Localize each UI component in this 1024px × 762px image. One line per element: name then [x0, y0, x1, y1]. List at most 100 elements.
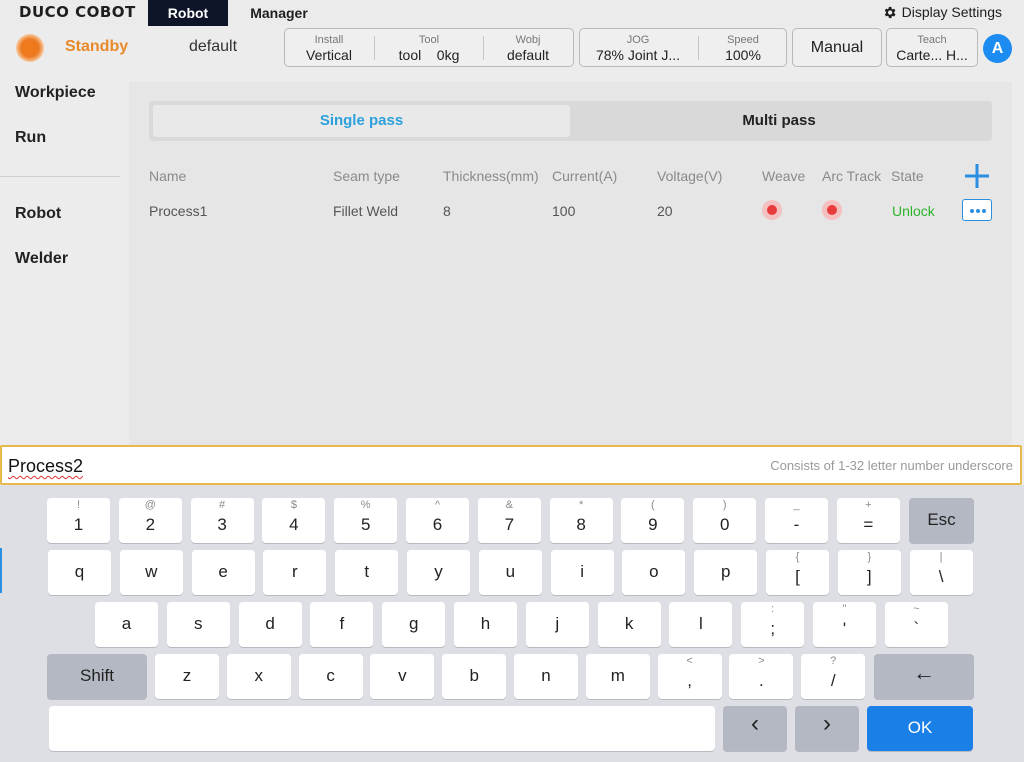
key-m[interactable]: m [585, 654, 650, 699]
display-settings-button[interactable]: Display Settings [882, 4, 1002, 20]
key--[interactable]: _ - [765, 498, 828, 543]
teach-group[interactable]: Teach Carte... H... [886, 28, 978, 67]
key-r[interactable]: r [263, 550, 327, 595]
key-w[interactable]: w [119, 550, 183, 595]
key-label: n [541, 666, 551, 685]
key-8[interactable]: * 8 [549, 498, 613, 543]
key-label: x [254, 666, 264, 685]
key-o[interactable]: o [622, 550, 686, 595]
key-f[interactable]: f [310, 602, 374, 647]
key-.[interactable]: >. [729, 654, 794, 699]
teach-cell[interactable]: Teach Carte... H... [887, 29, 977, 66]
key-s[interactable]: s [166, 602, 230, 647]
key-h[interactable]: h [454, 602, 517, 647]
column-header-voltage: Voltage(V) [657, 168, 723, 184]
key-6[interactable]: ^ 6 [406, 498, 469, 543]
key-,[interactable]: <, [657, 654, 722, 699]
robot-state: Standby [65, 38, 129, 55]
key-b[interactable]: b [442, 654, 507, 699]
key-p[interactable]: p [694, 550, 758, 595]
backspace-key[interactable]: ← [874, 654, 974, 699]
key-y[interactable]: y [407, 550, 470, 595]
sidebar-item-workpiece[interactable]: Workpiece [15, 84, 96, 102]
key-label: ] [866, 567, 872, 586]
key-3[interactable]: #3 [190, 498, 254, 543]
key-label: z [182, 666, 192, 685]
key-i[interactable]: i [550, 550, 614, 595]
tab-robot[interactable]: Robot [148, 0, 228, 26]
sidebar-item-robot[interactable]: Robot [15, 205, 61, 223]
key-t[interactable]: t [335, 550, 399, 595]
install-cell[interactable]: Install Vertical [285, 29, 373, 66]
key-`[interactable]: ~ ` [884, 602, 948, 647]
pass-toggle: Single pass Multi pass [149, 101, 992, 141]
ok-key[interactable]: OK [867, 706, 973, 751]
key-0[interactable]: ) 0 [693, 498, 757, 543]
manual-mode-button[interactable]: Manual [792, 28, 882, 67]
project-name[interactable]: default [189, 38, 237, 56]
column-header-name: Name [149, 168, 187, 184]
key-x[interactable]: x [226, 654, 291, 699]
key-e[interactable]: e [191, 550, 255, 595]
key-[[interactable]: {[ [766, 550, 829, 595]
key-shift-label: ) [722, 499, 727, 511]
gear-icon [884, 6, 896, 18]
sidebar-item-run[interactable]: Run [15, 129, 46, 147]
teach-label: Teach [917, 34, 947, 46]
key-4[interactable]: $4 [262, 498, 326, 543]
column-header-thickness: Thickness(mm) [443, 168, 539, 184]
key-7[interactable]: & 7 [477, 498, 541, 543]
speed-label: Speed [727, 34, 759, 46]
key-a[interactable]: a [95, 602, 158, 647]
jog-cell[interactable]: JOG 78% Joint J... [580, 29, 696, 66]
key-shift-label: ? [830, 655, 837, 667]
key-1[interactable]: ! 1 [47, 498, 110, 543]
tab-multi-pass[interactable]: Multi pass [570, 105, 988, 137]
key-z[interactable]: z [155, 654, 219, 699]
key-2[interactable]: @2 [118, 498, 182, 543]
key-backslash[interactable]: | \ [909, 550, 973, 595]
key-n[interactable]: n [514, 654, 578, 699]
key-u[interactable]: u [478, 550, 542, 595]
key-c[interactable]: c [298, 654, 363, 699]
shift-key[interactable]: Shift [47, 654, 147, 699]
key-l[interactable]: l [669, 602, 733, 647]
key-shift-label: ( [651, 499, 655, 511]
ok-key-label: OK [907, 718, 933, 737]
motion-group[interactable]: JOG 78% Joint J... Speed 100% [579, 28, 787, 67]
key-v[interactable]: v [370, 654, 435, 699]
key-label: \ [938, 567, 944, 586]
key-d[interactable]: d [238, 602, 302, 647]
wobj-cell[interactable]: Wobj default [484, 29, 572, 66]
key-g[interactable]: g [382, 602, 446, 647]
tool-cell[interactable]: Tool tool 0kg [375, 29, 483, 66]
cell-voltage: 20 [657, 203, 673, 219]
add-icon[interactable] [963, 162, 991, 190]
tab-single-pass[interactable]: Single pass [153, 105, 570, 137]
status-indicator [16, 34, 44, 62]
cursor-right-key[interactable]: › [795, 706, 859, 751]
process-name-input[interactable]: Process2 Consists of 1-32 letter number … [0, 445, 1022, 485]
sidebar-item-welder[interactable]: Welder [15, 250, 68, 268]
key-5[interactable]: % 5 [334, 498, 398, 543]
cursor-left-key[interactable]: ‹ [723, 706, 787, 751]
key-j[interactable]: j [525, 602, 589, 647]
key-9[interactable]: (9 [621, 498, 685, 543]
avatar[interactable]: A [983, 34, 1012, 63]
key-=[interactable]: + = [836, 498, 900, 543]
key-;[interactable]: :; [741, 602, 805, 647]
more-icon[interactable] [962, 199, 992, 221]
key-'[interactable]: " ' [813, 602, 876, 647]
key-][interactable]: }] [837, 550, 901, 595]
key-/[interactable]: ? / [801, 654, 866, 699]
key-label: 5 [360, 515, 371, 534]
speed-cell[interactable]: Speed 100% [700, 29, 786, 66]
key-k[interactable]: k [597, 602, 661, 647]
config-group[interactable]: Install Vertical Tool tool 0kg Wobj defa… [284, 28, 574, 67]
key-shift-label: % [360, 499, 371, 511]
esc-key[interactable]: Esc [909, 498, 974, 543]
space-key[interactable] [49, 706, 715, 751]
key-label: ` [913, 619, 920, 638]
tab-manager[interactable]: Manager [236, 0, 322, 26]
key-q[interactable]: q [48, 550, 111, 595]
